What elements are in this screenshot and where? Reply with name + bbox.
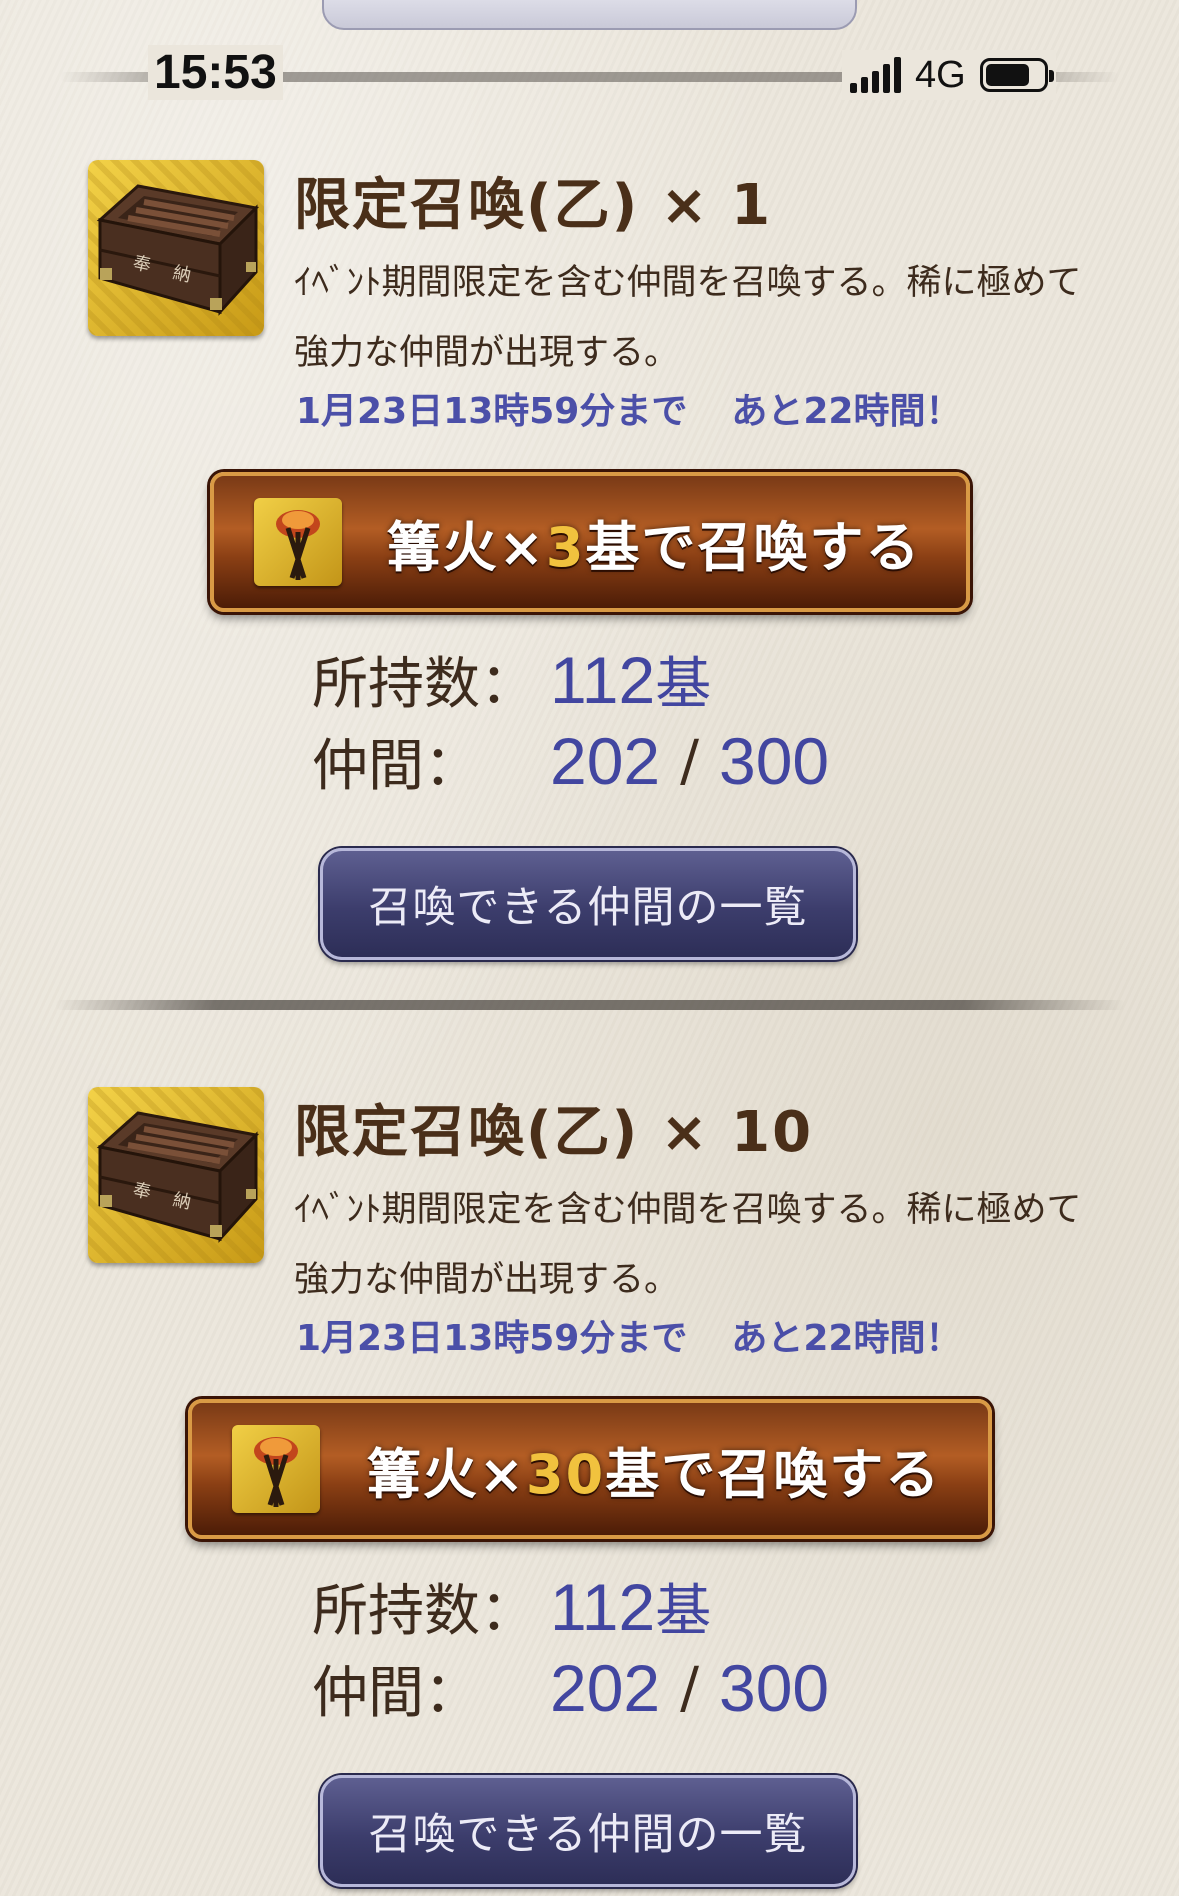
item-deadline: 1月23日13時59分まで あと22時間！ bbox=[296, 382, 961, 434]
deadline-date: 1月23日13時59分まで bbox=[296, 391, 688, 432]
bonfire-icon bbox=[254, 498, 342, 586]
summon-button-x1[interactable]: 篝火×3基で召喚する bbox=[210, 472, 970, 612]
summon-button-label: 篝火×30基で召喚する bbox=[366, 1442, 942, 1506]
owned-value: 112基 bbox=[550, 642, 712, 717]
battery-icon bbox=[979, 58, 1054, 92]
stats-block: 所持数： 112基 仲間： 202 / 300 bbox=[312, 638, 829, 802]
owned-value: 112基 bbox=[550, 1569, 712, 1644]
bonfire-icon bbox=[232, 1425, 320, 1513]
deadline-remaining: あと22時間！ bbox=[731, 1318, 962, 1359]
stats-block: 所持数： 112基 仲間： 202 / 300 bbox=[312, 1565, 829, 1729]
deadline-date: 1月23日13時59分まで bbox=[296, 1318, 688, 1359]
signal-icon bbox=[850, 57, 901, 93]
members-row: 仲間： 202 / 300 bbox=[312, 720, 829, 802]
status-time: 15:53 bbox=[148, 45, 283, 100]
section-divider bbox=[55, 1000, 1125, 1010]
owned-label: 所持数： bbox=[312, 651, 536, 717]
network-label: 4G bbox=[915, 53, 966, 96]
item-description: ｲﾍﾞﾝﾄ期間限定を含む仲間を召喚する。稀に極めて強力な仲間が出現する。 bbox=[294, 263, 1082, 373]
members-row: 仲間： 202 / 300 bbox=[312, 1647, 829, 1729]
item-title: 限定召喚(乙) × 10 bbox=[294, 1100, 814, 1165]
item-description: ｲﾍﾞﾝﾄ期間限定を含む仲間を召喚する。稀に極めて強力な仲間が出現する。 bbox=[294, 1190, 1082, 1300]
members-current: 202 bbox=[550, 1651, 661, 1725]
item-title: 限定召喚(乙) × 1 bbox=[294, 173, 773, 238]
summonable-list-button[interactable]: 召喚できる仲間の一覧 bbox=[320, 1775, 856, 1887]
summon-section-1: 奉 納 限定召喚(乙) × 1 ｲﾍﾞﾝﾄ期間限定を含む仲間を召喚する。稀に極め… bbox=[0, 160, 1179, 960]
wooden-chest-icon: 奉 納 bbox=[88, 160, 264, 336]
deadline-remaining: あと22時間！ bbox=[731, 391, 962, 432]
members-max: 300 bbox=[719, 724, 830, 798]
summon-section-10: 奉 納 限定召喚(乙) × 10 ｲﾍﾞﾝﾄ期間限定を含む仲間を召喚する。稀に極… bbox=[0, 1087, 1179, 1887]
summon-button-x10[interactable]: 篝火×30基で召喚する bbox=[188, 1399, 992, 1539]
members-label: 仲間： bbox=[312, 1660, 480, 1726]
item-deadline: 1月23日13時59分まで あと22時間！ bbox=[296, 1309, 961, 1361]
members-current: 202 bbox=[550, 724, 661, 798]
members-label: 仲間： bbox=[312, 733, 480, 799]
top-tab-button[interactable] bbox=[322, 0, 857, 30]
owned-row: 所持数： 112基 bbox=[312, 1565, 829, 1647]
summonable-list-button[interactable]: 召喚できる仲間の一覧 bbox=[320, 848, 856, 960]
owned-label: 所持数： bbox=[312, 1578, 536, 1644]
wooden-chest-icon: 奉 納 bbox=[88, 1087, 264, 1263]
summon-button-label: 篝火×3基で召喚する bbox=[386, 515, 922, 579]
owned-row: 所持数： 112基 bbox=[312, 638, 829, 720]
members-max: 300 bbox=[719, 1651, 830, 1725]
status-indicators: 4G bbox=[842, 50, 1056, 100]
